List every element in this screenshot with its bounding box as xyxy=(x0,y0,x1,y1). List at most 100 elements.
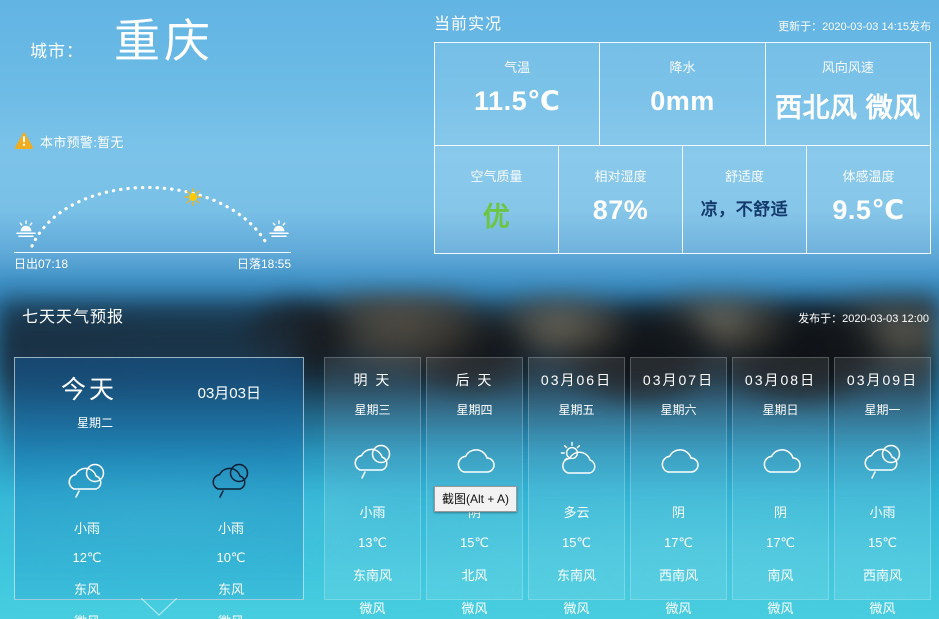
condition-value: 0mm xyxy=(650,86,715,116)
cloudy-icon xyxy=(427,432,522,488)
forecast-condition: 小雨 xyxy=(359,505,386,520)
sunset-icon xyxy=(269,220,289,238)
forecast-weekday: 星期六 xyxy=(660,403,697,417)
condition-value: 9.5℃ xyxy=(832,195,905,225)
current-conditions-title: 当前实况 xyxy=(434,16,503,33)
forecast-date: 03月08日 xyxy=(744,372,817,388)
screenshot-tooltip: 截图(Alt + A) xyxy=(434,486,518,512)
forecast-card-day-1[interactable]: 明 天 星期三 小雨 13℃ 东南风 微风 xyxy=(324,357,421,616)
today-day-night-split: 小雨 12℃ 东风 微风 小雨 10℃ 东风 微风 xyxy=(15,453,303,619)
partly-cloudy-icon xyxy=(529,432,624,488)
forecast-weekday: 星期三 xyxy=(354,403,391,417)
sunset-time: 日落18:55 xyxy=(236,257,291,271)
forecast-temp: 17℃ xyxy=(765,535,796,550)
forecast-weekday: 星期五 xyxy=(558,403,595,417)
today-day-temp: 12℃ xyxy=(72,550,102,565)
sun-arc xyxy=(30,186,270,248)
sun-baseline xyxy=(14,252,291,253)
forecast-card-day-3[interactable]: 03月06日 星期五 多云 15℃ 东南风 微风 xyxy=(528,357,625,616)
forecast-wind-speed: 微风 xyxy=(767,601,794,616)
condition-cell-wind: 风向风速 西北风 微风 xyxy=(765,43,930,146)
sunrise-time: 日出07:18 xyxy=(14,257,69,271)
forecast-wind-speed: 微风 xyxy=(359,601,386,616)
sunrise-icon xyxy=(16,220,36,238)
forecast-date: 后 天 xyxy=(455,372,494,388)
today-day-wind-speed: 微风 xyxy=(15,611,159,619)
today-nighttime: 小雨 10℃ 东风 微风 xyxy=(159,453,303,619)
forecast-date: 03月06日 xyxy=(540,372,613,388)
forecast-wind-dir: 南风 xyxy=(767,568,794,583)
sun-icon xyxy=(184,188,202,206)
forecast-date: 明 天 xyxy=(353,372,392,388)
forecast-weekday: 星期一 xyxy=(864,403,901,417)
condition-value: 西北风 微风 xyxy=(775,93,921,123)
forecast-temp: 17℃ xyxy=(663,535,694,550)
alert-text: 本市预警:暂无 xyxy=(40,135,124,150)
forecast-wind-dir: 北风 xyxy=(461,568,488,583)
forecast-weekday: 星期日 xyxy=(762,403,799,417)
today-day-condition: 小雨 xyxy=(73,521,100,536)
sun-path-panel: 日出07:18 日落18:55 xyxy=(10,160,295,271)
light-rain-icon xyxy=(15,453,159,505)
forecast-condition: 阴 xyxy=(671,505,685,520)
condition-cell-feels-like: 体感温度 9.5℃ xyxy=(807,146,930,254)
condition-label: 气温 xyxy=(504,60,531,75)
condition-cell-air-quality: 空气质量 优 xyxy=(435,146,559,254)
today-card-pointer xyxy=(141,598,177,616)
light-rain-night-icon xyxy=(159,453,303,505)
seven-day-header: 七天天气预报 发布于：2020-03-03 12:00 xyxy=(22,303,929,327)
forecast-date: 03月09日 xyxy=(846,372,919,388)
forecast-temp: 13℃ xyxy=(357,535,388,550)
condition-label: 体感温度 xyxy=(842,169,895,184)
forecast-condition: 阴 xyxy=(773,505,787,520)
condition-label: 风向风速 xyxy=(821,60,874,75)
cloudy-icon xyxy=(631,432,726,488)
forecast-wind-dir: 东南风 xyxy=(352,568,392,583)
today-night-condition: 小雨 xyxy=(217,521,244,536)
city-name[interactable]: 重庆 xyxy=(114,18,214,64)
today-night-temp: 10℃ xyxy=(216,550,246,565)
forecast-date: 03月07日 xyxy=(642,372,715,388)
seven-day-published-time: 发布于：2020-03-03 12:00 xyxy=(798,313,929,325)
forecast-card-day-4[interactable]: 03月07日 星期六 阴 17℃ 西南风 微风 xyxy=(630,357,727,616)
condition-cell-comfort: 舒适度 凉，不舒适 xyxy=(683,146,807,254)
forecast-temp: 15℃ xyxy=(561,535,592,550)
forecast-wind-dir: 西南风 xyxy=(658,568,698,583)
forecast-card-day-6[interactable]: 03月09日 星期一 小雨 15℃ 西南风 微风 xyxy=(834,357,931,616)
cloudy-icon xyxy=(733,432,828,488)
condition-value: 凉，不舒适 xyxy=(700,200,789,219)
forecast-card-day-2[interactable]: 后 天 星期四 阴 15℃ 北风 微风 xyxy=(426,357,523,616)
city-alert[interactable]: 本市预警:暂无 xyxy=(14,130,124,153)
condition-cell-humidity: 相对湿度 87% xyxy=(559,146,683,254)
today-night-wind-speed: 微风 xyxy=(159,611,303,619)
seven-day-title: 七天天气预报 xyxy=(22,309,125,326)
conditions-row-primary: 气温 11.5℃ 降水 0mm 风向风速 西北风 微风 xyxy=(435,43,930,146)
today-daytime: 小雨 12℃ 东风 微风 xyxy=(15,453,159,619)
forecast-temp: 15℃ xyxy=(867,535,898,550)
light-rain-icon xyxy=(325,432,420,488)
forecast-card-day-5[interactable]: 03月08日 星期日 阴 17℃ 南风 微风 xyxy=(732,357,829,616)
city-label: 城市： xyxy=(30,42,84,61)
today-day-wind-dir: 东风 xyxy=(73,582,100,597)
forecast-temp: 15℃ xyxy=(459,535,490,550)
forecast-card-today[interactable]: 今天 03月03日 星期二 小雨 12℃ 东风 微风 xyxy=(14,357,304,619)
forecast-condition: 小雨 xyxy=(869,505,896,520)
current-conditions-header: 当前实况 更新于：2020-03-03 14:15发布 xyxy=(434,10,931,34)
forecast-wind-speed: 微风 xyxy=(869,601,896,616)
condition-value: 11.5℃ xyxy=(474,86,561,116)
warning-triangle-icon xyxy=(14,130,34,153)
current-updated-time: 更新于：2020-03-03 14:15发布 xyxy=(778,21,931,33)
forecast-weekday: 星期四 xyxy=(456,403,493,417)
today-night-wind-dir: 东风 xyxy=(217,582,244,597)
condition-cell-precipitation: 降水 0mm xyxy=(600,43,766,146)
condition-value: 87% xyxy=(592,195,649,225)
today-weekday: 星期二 xyxy=(77,416,114,430)
conditions-row-secondary: 空气质量 优 相对湿度 87% 舒适度 凉，不舒适 体感温度 9.5℃ xyxy=(435,146,930,254)
light-rain-icon xyxy=(835,432,930,488)
condition-label: 相对湿度 xyxy=(594,169,647,184)
today-label: 今天 xyxy=(61,376,118,404)
forecast-wind-dir: 西南风 xyxy=(862,568,902,583)
today-head: 今天 03月03日 xyxy=(15,370,303,406)
condition-value: 优 xyxy=(482,202,511,232)
forecast-wind-speed: 微风 xyxy=(461,601,488,616)
